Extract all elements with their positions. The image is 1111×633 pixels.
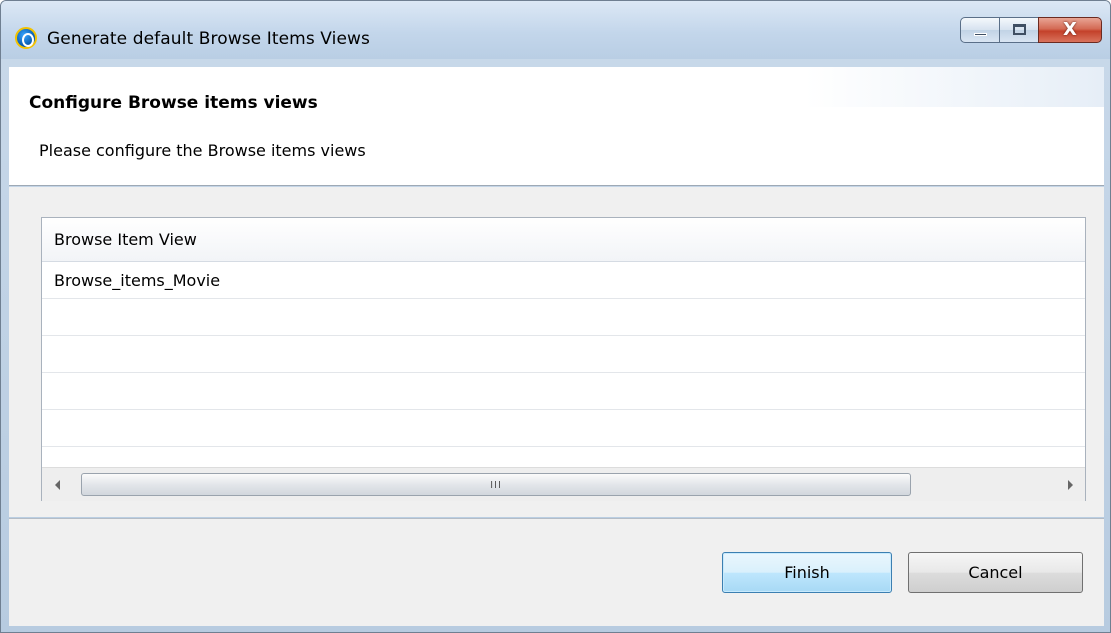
title-bar[interactable]: Generate default Browse Items Views X [1, 1, 1110, 59]
table-row[interactable]: Browse_items_Movie [42, 262, 1085, 299]
close-icon: X [1063, 19, 1077, 40]
window-title: Generate default Browse Items Views [47, 29, 370, 49]
table-row[interactable] [42, 373, 1085, 410]
maximize-icon [1013, 24, 1026, 35]
table-row[interactable] [42, 410, 1085, 447]
scroll-left-icon[interactable] [55, 480, 60, 490]
page-title: Configure Browse items views [29, 93, 318, 113]
minimize-button[interactable] [960, 17, 1000, 43]
dialog-window: Generate default Browse Items Views X Co… [0, 0, 1111, 633]
app-logo-icon [15, 27, 37, 49]
grip-icon: III [490, 480, 502, 491]
table-cell: Browse_items_Movie [54, 271, 221, 290]
column-header-browse-item-view[interactable]: Browse Item View [54, 230, 197, 249]
table-row[interactable] [42, 336, 1085, 373]
table-header[interactable]: Browse Item View [42, 218, 1085, 262]
page-description: Please configure the Browse items views [39, 141, 366, 160]
maximize-button[interactable] [999, 17, 1039, 43]
table-row[interactable] [42, 299, 1085, 336]
scroll-right-icon[interactable] [1068, 480, 1073, 490]
close-button[interactable]: X [1038, 17, 1102, 43]
finish-button[interactable]: Finish [722, 552, 892, 593]
horizontal-scrollbar[interactable]: III [42, 467, 1085, 501]
cancel-button[interactable]: Cancel [908, 552, 1083, 593]
scrollbar-thumb[interactable]: III [81, 473, 911, 496]
window-controls: X [960, 17, 1102, 45]
browse-views-table[interactable]: Browse Item View Browse_items_Movie III [41, 217, 1086, 501]
wizard-header [9, 67, 1104, 186]
minimize-icon [974, 33, 987, 36]
